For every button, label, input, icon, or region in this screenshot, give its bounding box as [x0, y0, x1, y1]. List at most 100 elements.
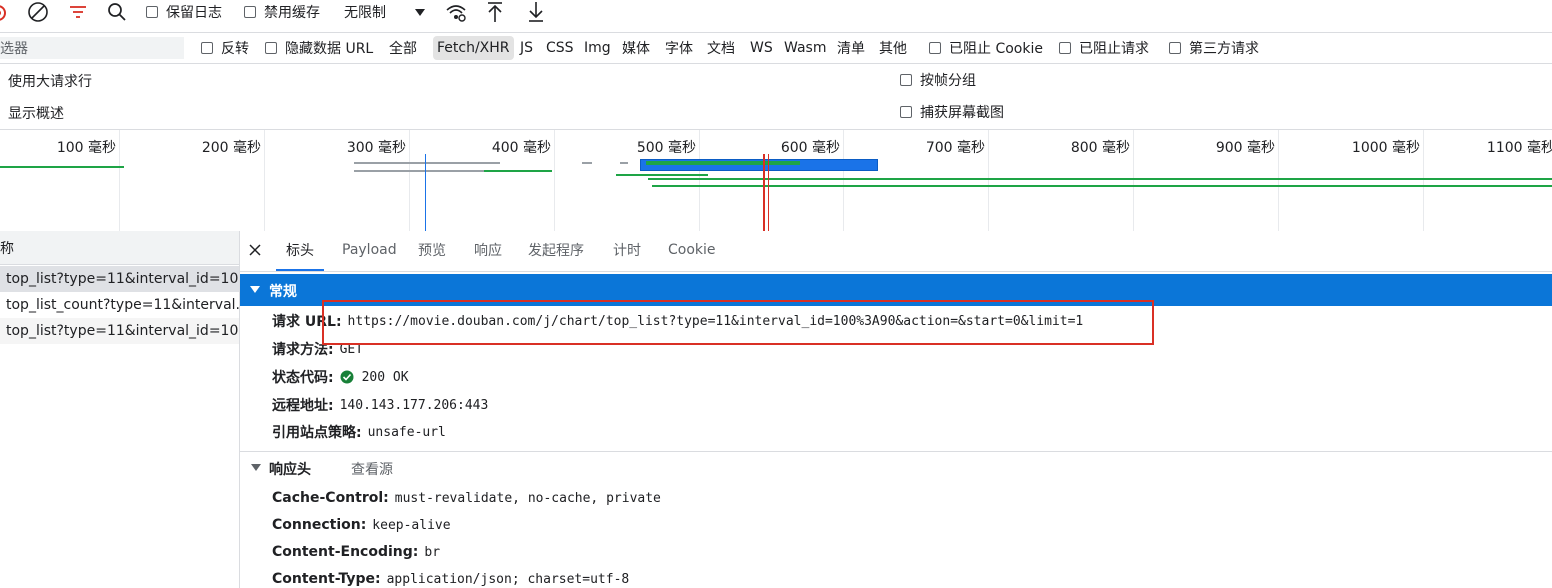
- record-button[interactable]: [0, 0, 8, 24]
- close-detail-button[interactable]: [248, 231, 262, 269]
- response-header-value[interactable]: br: [424, 545, 440, 560]
- checkbox-box[interactable]: [244, 6, 256, 18]
- dropdown-arrow-icon: [415, 9, 425, 16]
- throttling-select[interactable]: 无限制: [340, 0, 430, 24]
- timeline-bar: [0, 166, 124, 168]
- download-icon: [529, 2, 543, 22]
- tab-headers[interactable]: 标头: [276, 231, 324, 271]
- referrer-policy-row: 引用站点策略: unsafe-url: [272, 422, 446, 442]
- filter-type-all[interactable]: 全部: [385, 36, 421, 60]
- checkbox-box[interactable]: [1169, 42, 1181, 54]
- disable-cache-checkbox[interactable]: 禁用缓存: [244, 0, 320, 24]
- network-overview[interactable]: 100 毫秒 200 毫秒 300 毫秒 400 毫秒 500 毫秒 600 毫…: [0, 129, 1552, 232]
- tab-response[interactable]: 响应: [474, 231, 502, 269]
- checkbox-box[interactable]: [929, 42, 941, 54]
- tab-initiator[interactable]: 发起程序: [528, 231, 584, 269]
- timeline-bar: [354, 170, 484, 172]
- group-by-frame-checkbox[interactable]: 按帧分组: [900, 68, 976, 92]
- search-icon: [108, 3, 126, 21]
- status-code-value[interactable]: 200 OK: [362, 370, 409, 385]
- record-icon: [0, 5, 6, 21]
- show-overview-option[interactable]: 显示概述: [8, 103, 64, 123]
- gridline: [264, 130, 265, 231]
- filter-type-fetch-xhr[interactable]: Fetch/XHR: [433, 36, 514, 60]
- filter-type-img[interactable]: Img: [580, 36, 615, 60]
- tab-preview[interactable]: 预览: [418, 231, 446, 269]
- timeline-bar: [648, 178, 1552, 180]
- checkbox-box[interactable]: [201, 42, 213, 54]
- filter-input[interactable]: 选器: [0, 37, 184, 59]
- timeline-tick: 400 毫秒: [491, 140, 551, 156]
- blocked-cookie-checkbox[interactable]: 已阻止 Cookie: [929, 36, 1043, 60]
- response-header-value[interactable]: must-revalidate, no-cache, private: [395, 491, 661, 506]
- referrer-policy-value[interactable]: unsafe-url: [368, 425, 446, 440]
- tab-cookie[interactable]: Cookie: [668, 231, 716, 269]
- dom-content-loaded-marker: [425, 154, 426, 231]
- clear-button[interactable]: [27, 0, 49, 24]
- checkbox-box[interactable]: [900, 74, 912, 86]
- response-header-key: Connection:: [272, 517, 367, 533]
- gridline: [988, 130, 989, 231]
- response-header-value[interactable]: application/json; charset=utf-8: [387, 572, 630, 587]
- triangle-down-icon: [250, 286, 260, 293]
- timeline-bar: [646, 161, 800, 165]
- clear-icon: [28, 2, 48, 22]
- response-header-row: Cache-Control: must-revalidate, no-cache…: [272, 490, 661, 506]
- timeline-bar: [652, 185, 1552, 187]
- response-header-key: Cache-Control:: [272, 490, 389, 506]
- preserve-log-checkbox[interactable]: 保留日志: [146, 0, 222, 24]
- close-icon: [249, 244, 261, 256]
- filter-type-font[interactable]: 字体: [661, 36, 697, 60]
- filter-type-media[interactable]: 媒体: [618, 36, 654, 60]
- tab-payload[interactable]: Payload: [342, 231, 397, 269]
- general-section-title: 常规: [269, 284, 297, 300]
- filter-type-doc[interactable]: 文档: [703, 36, 739, 60]
- request-list-header[interactable]: 称: [0, 231, 239, 265]
- view-source-link[interactable]: 查看源: [351, 459, 393, 479]
- filter-type-js[interactable]: JS: [516, 36, 537, 60]
- timeline-tick: 600 毫秒: [780, 140, 840, 156]
- big-request-rows-option[interactable]: 使用大请求行: [8, 71, 92, 91]
- timeline-tick: 200 毫秒: [201, 140, 261, 156]
- response-header-row: Content-Type: application/json; charset=…: [272, 571, 629, 587]
- response-header-key: Content-Encoding:: [272, 544, 419, 560]
- gridline: [1133, 130, 1134, 231]
- tab-timing[interactable]: 计时: [613, 231, 641, 269]
- referrer-policy-key: 引用站点策略:: [272, 425, 362, 441]
- timeline-tick: 300 毫秒: [346, 140, 406, 156]
- timeline-tick: 500 毫秒: [636, 140, 696, 156]
- filter-type-wasm[interactable]: Wasm: [780, 36, 830, 60]
- filter-type-css[interactable]: CSS: [542, 36, 578, 60]
- filter-toggle-button[interactable]: [68, 0, 88, 24]
- timeline-bar: [354, 162, 500, 164]
- response-header-row: Connection: keep-alive: [272, 517, 451, 533]
- disable-cache-label: 禁用缓存: [264, 5, 320, 21]
- filter-type-other[interactable]: 其他: [875, 36, 911, 60]
- export-har-button[interactable]: [527, 0, 545, 24]
- checkbox-box[interactable]: [900, 106, 912, 118]
- request-row[interactable]: top_list?type=11&interval_id=10...: [0, 318, 239, 344]
- status-code-key: 状态代码:: [272, 370, 334, 386]
- response-header-value[interactable]: keep-alive: [372, 518, 450, 533]
- response-headers-section-header[interactable]: 响应头 查看源: [240, 452, 1552, 484]
- checkbox-box[interactable]: [146, 6, 158, 18]
- response-header-row: Content-Encoding: br: [272, 544, 440, 560]
- filter-type-ws[interactable]: WS: [746, 36, 777, 60]
- third-party-checkbox[interactable]: 第三方请求: [1169, 36, 1259, 60]
- filter-type-manifest[interactable]: 清单: [833, 36, 869, 60]
- gridline: [699, 130, 700, 231]
- timeline-bar: [582, 162, 592, 164]
- blocked-requests-checkbox[interactable]: 已阻止请求: [1059, 36, 1149, 60]
- checkbox-box[interactable]: [265, 42, 277, 54]
- timeline-tick: 700 毫秒: [925, 140, 985, 156]
- request-row[interactable]: top_list_count?type=11&interval...: [0, 292, 239, 318]
- request-row[interactable]: top_list?type=11&interval_id=10...: [0, 266, 239, 292]
- remote-address-value[interactable]: 140.143.177.206:443: [340, 398, 489, 413]
- hide-data-url-checkbox[interactable]: 隐藏数据 URL: [265, 36, 373, 60]
- network-conditions-button[interactable]: [445, 0, 467, 24]
- invert-checkbox[interactable]: 反转: [201, 36, 249, 60]
- checkbox-box[interactable]: [1059, 42, 1071, 54]
- search-button[interactable]: [107, 0, 127, 24]
- capture-screenshots-checkbox[interactable]: 捕获屏幕截图: [900, 100, 1004, 124]
- import-har-button[interactable]: [486, 0, 504, 24]
